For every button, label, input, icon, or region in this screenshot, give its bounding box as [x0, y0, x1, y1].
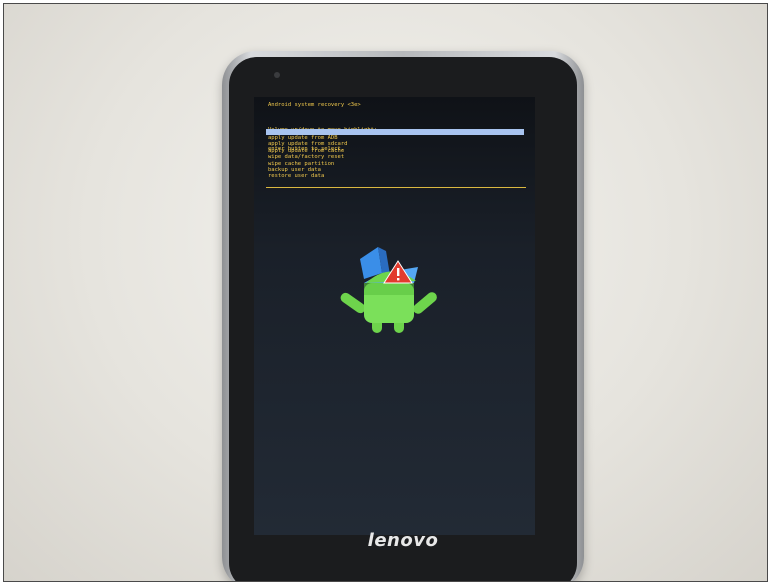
android-robot-warning-icon — [340, 247, 437, 333]
recovery-menu: reboot system now apply update from ADB … — [266, 129, 524, 180]
photo-frame: Android system recovery <3e> Volume up/d… — [3, 3, 768, 582]
front-camera-icon — [274, 72, 280, 78]
tablet-bezel: Android system recovery <3e> Volume up/d… — [229, 57, 577, 581]
recovery-title: Android system recovery <3e> — [268, 102, 361, 108]
recovery-screen: Android system recovery <3e> Volume up/d… — [254, 97, 535, 535]
tablet-device: Android system recovery <3e> Volume up/d… — [222, 51, 584, 581]
lenovo-logo: lenovo — [367, 530, 439, 551]
menu-item-restore[interactable]: restore user data — [266, 173, 524, 179]
menu-divider — [266, 187, 526, 188]
